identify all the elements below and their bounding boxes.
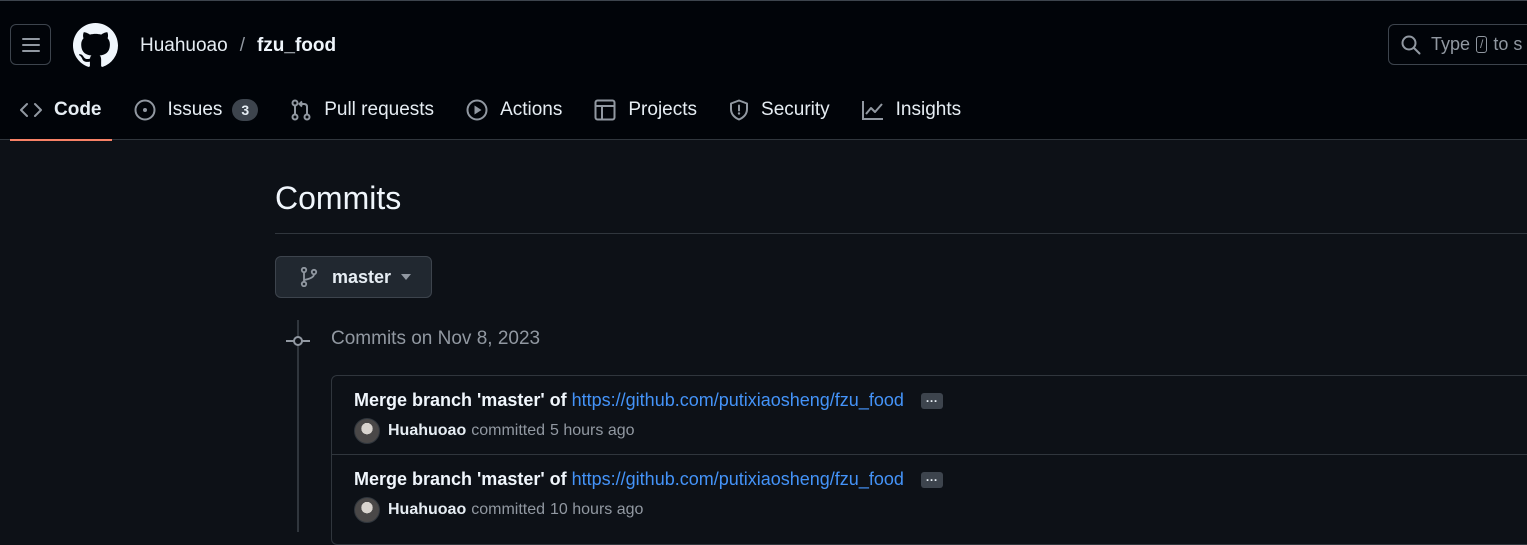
shield-icon xyxy=(730,99,749,121)
title-divider xyxy=(275,233,1527,234)
commit-action: committed xyxy=(471,422,546,439)
repo-link[interactable]: fzu_food xyxy=(257,35,336,57)
expand-message-button[interactable]: ··· xyxy=(920,393,943,410)
commit-row: Merge branch 'master' of https://github.… xyxy=(332,376,1527,455)
search-placeholder-suffix: to s xyxy=(1493,34,1523,54)
avatar[interactable] xyxy=(354,418,380,444)
commit-time: 5 hours ago xyxy=(550,422,635,439)
commit-time: 10 hours ago xyxy=(550,501,644,518)
tab-code-label: Code xyxy=(54,99,102,120)
pull-request-icon xyxy=(291,99,311,121)
branch-name: master xyxy=(332,266,392,287)
commit-meta: Huahuoao committed 10 hours ago xyxy=(354,497,643,523)
tab-projects[interactable]: Projects xyxy=(584,87,707,133)
commit-message-link[interactable]: https://github.com/putixiaosheng/fzu_foo… xyxy=(572,390,904,410)
avatar[interactable] xyxy=(354,497,380,523)
commit-message-text[interactable]: Merge branch 'master' of xyxy=(354,469,567,489)
tab-security[interactable]: Security xyxy=(719,87,840,133)
owner-link[interactable]: Huahuoao xyxy=(140,35,228,57)
commit-row: Merge branch 'master' of https://github.… xyxy=(332,455,1527,534)
commit-message-text[interactable]: Merge branch 'master' of xyxy=(354,390,567,410)
tab-actions[interactable]: Actions xyxy=(456,87,572,133)
repo-tabs: Code Issues 3 Pull requests Actions Proj… xyxy=(10,87,983,141)
branch-selector-button[interactable]: master xyxy=(275,256,432,298)
git-branch-icon xyxy=(300,267,318,287)
graph-icon xyxy=(861,101,883,120)
search-icon xyxy=(1401,35,1421,54)
tab-actions-label: Actions xyxy=(500,99,563,120)
tab-issues-label: Issues xyxy=(167,99,223,120)
search-placeholder-prefix: Type xyxy=(1431,34,1471,54)
tab-projects-label: Projects xyxy=(628,99,698,120)
hamburger-icon xyxy=(21,37,40,52)
breadcrumb: Huahuoao / fzu_food xyxy=(140,35,336,57)
timeline-line xyxy=(297,320,299,532)
play-icon xyxy=(466,99,488,121)
global-header: Huahuoao / fzu_food Type / to s Code Iss… xyxy=(0,0,1527,141)
commit-author[interactable]: Huahuoao xyxy=(388,422,466,440)
tab-pull-requests[interactable]: Pull requests xyxy=(280,87,444,133)
expand-message-button[interactable]: ··· xyxy=(920,472,943,489)
git-commit-icon xyxy=(286,336,310,346)
breadcrumb-separator: / xyxy=(239,35,245,56)
menu-button[interactable] xyxy=(10,24,51,65)
tab-security-label: Security xyxy=(761,99,830,120)
issue-icon xyxy=(134,99,155,121)
tab-insights-label: Insights xyxy=(895,99,962,120)
search-shortcut-key: / xyxy=(1476,36,1488,53)
tab-insights[interactable]: Insights xyxy=(852,87,971,133)
commit-list: Merge branch 'master' of https://github.… xyxy=(331,375,1527,545)
tab-issues[interactable]: Issues 3 xyxy=(124,87,269,133)
search-input[interactable]: Type / to s xyxy=(1388,24,1527,65)
commit-author[interactable]: Huahuoao xyxy=(388,501,466,519)
tab-pull-requests-label: Pull requests xyxy=(324,99,435,120)
caret-down-icon xyxy=(401,274,412,280)
table-icon xyxy=(594,99,616,121)
commit-action: committed xyxy=(471,501,546,518)
github-logo-icon[interactable] xyxy=(73,23,118,68)
tab-code[interactable]: Code xyxy=(10,87,112,141)
commit-meta: Huahuoao committed 5 hours ago xyxy=(354,418,635,444)
code-icon xyxy=(20,103,42,117)
page-title: Commits xyxy=(275,180,402,216)
commit-message-link[interactable]: https://github.com/putixiaosheng/fzu_foo… xyxy=(572,469,904,489)
commit-group-title: Commits on Nov 8, 2023 xyxy=(331,328,541,349)
issues-counter: 3 xyxy=(232,99,259,121)
commit-message: Merge branch 'master' of https://github.… xyxy=(354,390,943,411)
commit-message: Merge branch 'master' of https://github.… xyxy=(354,469,943,490)
